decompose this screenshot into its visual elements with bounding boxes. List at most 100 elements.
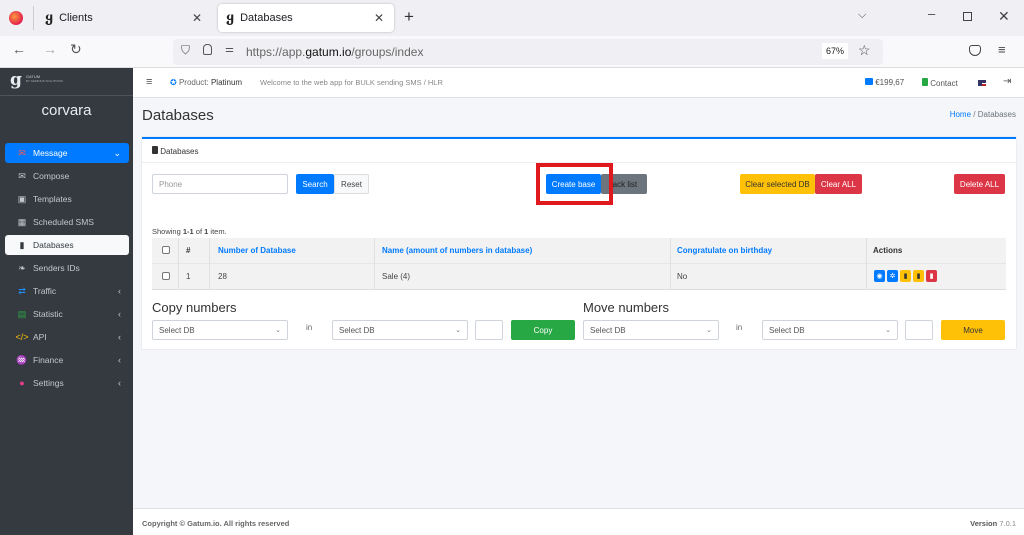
hamburger-icon[interactable]: ≡ (146, 76, 152, 88)
move-count-input[interactable] (905, 320, 933, 340)
minimize-icon[interactable]: – (928, 6, 935, 21)
tab-databases[interactable]: ყ Databases ✕ (218, 4, 394, 32)
bookmark-star-icon[interactable]: ☆ (858, 42, 871, 59)
footer: Copyright © Gatum.io. All rights reserve… (133, 508, 1024, 535)
sidebar-item-message[interactable]: ✉ Message ⌄ (5, 143, 129, 163)
file-export-icon[interactable]: ▮ (900, 270, 911, 282)
settings-icon[interactable]: ✲ (887, 270, 898, 282)
user-cog-icon: ● (19, 378, 25, 388)
sidebar: g GATUM BY GEMINUS SOLUTIONS corvara ✉ M… (0, 68, 133, 535)
select-all-checkbox[interactable] (162, 246, 170, 254)
column-header-name[interactable]: Name (amount of numbers in database) (382, 246, 532, 255)
copy-from-select[interactable]: Select DB ⌄ (152, 320, 288, 340)
close-tab-icon[interactable]: ✕ (192, 11, 202, 25)
lock-icon[interactable] (203, 44, 212, 55)
address-bar[interactable]: ⛉ ⚌ https://app.gatum.io/groups/index 67… (173, 39, 883, 65)
url-domain: gatum.io (305, 45, 352, 59)
breadcrumb-current: Databases (977, 110, 1016, 119)
delete-icon[interactable]: ▮ (926, 270, 937, 282)
shield-icon[interactable]: ⛉ (181, 43, 190, 58)
phone-search-input[interactable]: Phone (152, 174, 288, 194)
user-name[interactable]: corvara (0, 102, 133, 119)
in-label: in (736, 323, 743, 332)
sidebar-item-label: API (33, 332, 47, 342)
balance-link[interactable]: €199,67 (865, 78, 904, 87)
move-button[interactable]: Move (941, 320, 1005, 340)
breadcrumb: Home / Databases (950, 110, 1016, 119)
version-info: Version 7.0.1 (970, 519, 1016, 528)
url-path: /groups/index (351, 45, 424, 59)
clear-all-button[interactable]: Clear ALL (815, 174, 862, 194)
sidebar-item-finance[interactable]: ♒ Finance ‹ (5, 350, 129, 370)
url-prefix: https://app. (246, 45, 306, 59)
chevron-down-icon: ⌄ (455, 327, 461, 334)
sidebar-item-traffic[interactable]: ⇄ Traffic ‹ (5, 281, 129, 301)
row-checkbox[interactable] (162, 272, 170, 280)
column-header-birthday[interactable]: Congratulate on birthday (677, 246, 772, 255)
zoom-level[interactable]: 67% (822, 43, 849, 59)
column-header-number[interactable]: Number of Database (218, 246, 296, 255)
brand-logo[interactable]: g GATUM BY GEMINUS SOLUTIONS (10, 72, 63, 89)
new-tab-icon[interactable]: + (404, 7, 414, 27)
list-tabs-icon[interactable]: ⌵ (858, 9, 866, 22)
restore-icon[interactable] (963, 12, 972, 21)
feather-icon: ❧ (18, 262, 26, 273)
summary-post: item. (208, 227, 227, 236)
gatum-favicon: ყ (45, 10, 54, 26)
tab-clients[interactable]: ყ Clients ✕ (37, 4, 212, 32)
traffic-icon: ⇄ (18, 285, 26, 296)
sidebar-item-settings[interactable]: ● Settings ‹ (5, 373, 129, 393)
summary-mid: of (193, 227, 205, 236)
sidebar-item-compose[interactable]: ✉ Compose (5, 166, 129, 186)
message-icon: ✉ (18, 147, 26, 158)
reset-button[interactable]: Reset (334, 174, 369, 194)
sidebar-item-label: Scheduled SMS (33, 217, 94, 227)
chevron-down-icon: ⌄ (885, 327, 891, 334)
logout-icon[interactable]: ⇥ (1003, 76, 1011, 87)
card-title: Databases (160, 147, 199, 156)
back-icon[interactable]: ← (12, 41, 26, 57)
summary-text: Showing 1-1 of 1 item. (152, 227, 227, 236)
move-numbers-title: Move numbers (583, 300, 669, 315)
sidebar-item-scheduled-sms[interactable]: ▦ Scheduled SMS (5, 212, 129, 232)
col-divider (178, 238, 179, 290)
delete-all-button[interactable]: Delete ALL (954, 174, 1005, 194)
move-from-select[interactable]: Select DB ⌄ (583, 320, 719, 340)
col-divider (374, 238, 375, 290)
language-flag-icon[interactable] (978, 80, 986, 86)
close-tab-icon[interactable]: ✕ (374, 11, 384, 25)
chevron-left-icon: ‹ (118, 355, 121, 365)
chevron-down-icon: ⌄ (113, 147, 121, 158)
sidebar-item-api[interactable]: </> API ‹ (5, 327, 129, 347)
breadcrumb-home[interactable]: Home (950, 110, 971, 119)
search-button[interactable]: Search (296, 174, 334, 194)
brand-sub: BY GEMINUS SOLUTIONS (25, 79, 63, 83)
close-window-icon[interactable]: ✕ (998, 8, 1010, 25)
sidebar-divider (0, 95, 133, 96)
copy-to-select[interactable]: Select DB ⌄ (332, 320, 468, 340)
envelope-icon: ✉ (18, 170, 26, 181)
firefox-icon[interactable] (9, 11, 23, 25)
sidebar-item-senders-ids[interactable]: ❧ Senders IDs (5, 258, 129, 278)
browser-tab-bar: ყ Clients ✕ ყ Databases ✕ + ⌵ – ✕ (0, 0, 1024, 36)
reload-icon[interactable]: ↻ (70, 41, 82, 58)
sidebar-item-statistic[interactable]: ▤ Statistic ‹ (5, 304, 129, 324)
forward-icon[interactable]: → (43, 41, 57, 57)
clear-selected-db-button[interactable]: Clear selected DB (740, 174, 815, 194)
file-import-icon[interactable]: ▮ (913, 270, 924, 282)
sidebar-item-databases[interactable]: ▮ Databases (5, 235, 129, 255)
sidebar-item-label: Message (33, 148, 68, 158)
menu-icon[interactable]: ≡ (998, 42, 1006, 57)
sidebar-item-templates[interactable]: ▣ Templates (5, 189, 129, 209)
contact-label: Contact (930, 79, 958, 88)
copy-count-input[interactable] (475, 320, 503, 340)
move-to-select[interactable]: Select DB ⌄ (762, 320, 898, 340)
select-value: Select DB (339, 325, 375, 335)
url-text[interactable]: https://app.gatum.io/groups/index (246, 45, 423, 59)
permissions-icon[interactable]: ⚌ (225, 44, 234, 55)
contact-link[interactable]: Contact (922, 78, 958, 88)
pocket-icon[interactable] (969, 45, 981, 56)
copy-button[interactable]: Copy (511, 320, 575, 340)
column-header-actions: Actions (873, 246, 903, 255)
view-icon[interactable]: ◉ (874, 270, 885, 282)
